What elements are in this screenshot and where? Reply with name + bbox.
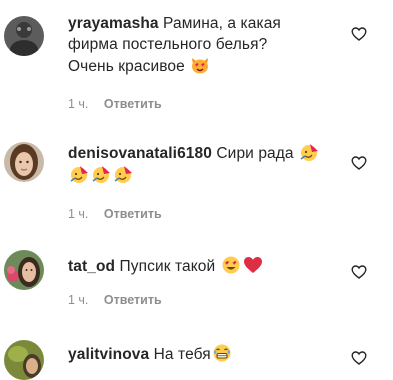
like-heart-icon[interactable]: [351, 155, 367, 171]
comment-meta: 1 ч. Ответить: [68, 97, 162, 111]
comment-body: Сири рада: [216, 145, 294, 162]
avatar[interactable]: [4, 142, 44, 182]
comment-text: yrayamasha Рамина, а какая фирма постель…: [68, 13, 348, 77]
comment-time: 1 ч.: [68, 207, 89, 221]
comment-meta: 1 ч. Ответить: [68, 293, 162, 307]
comment-username[interactable]: denisovanatali6180: [68, 145, 212, 162]
grimace-laugh-emoji: [212, 343, 232, 363]
party-face-emoji: [113, 164, 133, 184]
avatar[interactable]: [4, 16, 44, 56]
reply-button[interactable]: Ответить: [104, 97, 162, 111]
comment-username[interactable]: yrayamasha: [68, 15, 159, 32]
like-heart-icon[interactable]: [351, 264, 367, 280]
like-heart-icon[interactable]: [351, 350, 367, 366]
avatar[interactable]: [4, 340, 44, 380]
comment-text: yalitvinova На тебя: [68, 343, 348, 365]
comment-body: Пупсик такой: [119, 258, 216, 275]
comment-body-line2: фирма постельного белья?: [68, 36, 268, 53]
like-heart-icon[interactable]: [351, 26, 367, 42]
comment-item: yrayamasha Рамина, а какая фирма постель…: [0, 0, 393, 115]
comment-meta: 1 ч. Ответить: [68, 207, 162, 221]
comment-username[interactable]: tat_od: [68, 258, 115, 275]
comment-time: 1 ч.: [68, 97, 89, 111]
comment-time: 1 ч.: [68, 293, 89, 307]
comment-username[interactable]: yalitvinova: [68, 346, 149, 363]
party-face-emoji: [69, 164, 89, 184]
comment-body-line1: Рамина, а какая: [163, 15, 281, 32]
comment-text: tat_od Пупсик такой: [68, 255, 348, 277]
comment-item: yalitvinova На тебя: [0, 323, 393, 380]
comment-item: denisovanatali6180 Сири рада 1 ч. Ответи…: [0, 130, 393, 240]
reply-button[interactable]: Ответить: [104, 207, 162, 221]
heart-eyes-cat-emoji: [190, 55, 210, 75]
comment-body: На тебя: [153, 346, 211, 363]
reply-button[interactable]: Ответить: [104, 293, 162, 307]
party-face-emoji: [299, 142, 319, 162]
comment-body-line3: Очень красивое: [68, 58, 185, 75]
avatar[interactable]: [4, 250, 44, 290]
heart-eyes-emoji: [221, 255, 241, 275]
comment-text: denisovanatali6180 Сири рада: [68, 142, 348, 186]
red-heart-emoji: [243, 255, 263, 275]
comment-item: tat_od Пупсик такой 1 ч. Ответить: [0, 240, 393, 320]
party-face-emoji: [91, 164, 111, 184]
